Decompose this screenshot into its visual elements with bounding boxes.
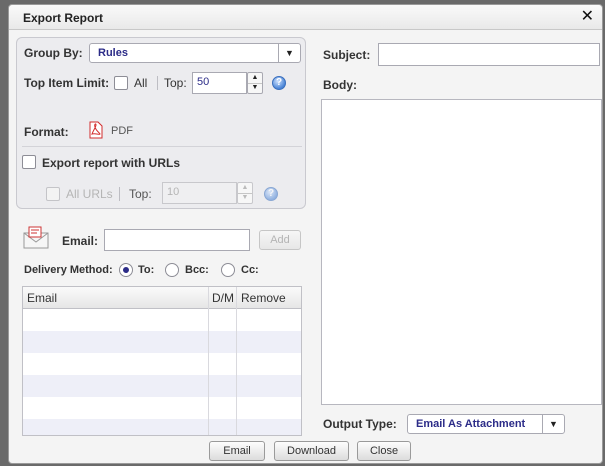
output-type-select[interactable]: Email As Attachment ▼ bbox=[407, 414, 565, 434]
urls-top-input[interactable]: 10 bbox=[162, 182, 237, 204]
urls-top-stepper[interactable]: ▲ ▼ bbox=[237, 182, 253, 204]
export-urls-checkbox[interactable] bbox=[22, 155, 36, 169]
delivery-to-label: To: bbox=[138, 264, 155, 276]
column-divider bbox=[208, 287, 209, 435]
delivery-bcc-radio[interactable] bbox=[165, 263, 179, 277]
help-icon[interactable]: ? bbox=[272, 76, 286, 90]
pdf-icon bbox=[89, 121, 103, 139]
subject-field[interactable] bbox=[378, 43, 600, 66]
group-by-label: Group By: bbox=[24, 46, 83, 60]
top-item-stepper[interactable]: ▲ ▼ bbox=[247, 72, 263, 94]
table-row[interactable] bbox=[23, 375, 301, 397]
dialog-titlebar: Export Report ✕ bbox=[9, 5, 602, 30]
column-divider bbox=[236, 287, 237, 435]
all-urls-checkbox[interactable] bbox=[46, 187, 60, 201]
table-row[interactable] bbox=[23, 353, 301, 375]
column-header-email[interactable]: Email bbox=[27, 291, 57, 305]
all-urls-label: All URLs bbox=[66, 187, 113, 201]
arrow-down-icon[interactable]: ▼ bbox=[238, 193, 252, 203]
table-row[interactable] bbox=[23, 397, 301, 419]
divider bbox=[119, 187, 120, 201]
table-row[interactable] bbox=[23, 331, 301, 353]
recipients-table: Email D/M Remove bbox=[22, 286, 302, 436]
delivery-method-label: Delivery Method: bbox=[24, 264, 113, 276]
dialog-title: Export Report bbox=[23, 11, 104, 25]
all-items-label: All bbox=[134, 76, 148, 90]
group-by-value: Rules bbox=[98, 47, 128, 59]
top-label: Top: bbox=[164, 76, 187, 90]
table-row[interactable] bbox=[23, 419, 301, 435]
email-label: Email: bbox=[62, 234, 99, 248]
mail-icon bbox=[23, 225, 49, 249]
divider bbox=[157, 76, 158, 90]
email-button[interactable]: Email bbox=[209, 441, 265, 461]
email-field[interactable] bbox=[104, 229, 250, 251]
body-label: Body: bbox=[323, 78, 357, 92]
delivery-bcc-label: Bcc: bbox=[185, 264, 209, 276]
close-button[interactable]: Close bbox=[357, 441, 411, 461]
all-items-checkbox[interactable] bbox=[114, 76, 128, 90]
arrow-down-icon[interactable]: ▼ bbox=[248, 83, 262, 93]
download-button[interactable]: Download bbox=[274, 441, 349, 461]
urls-top-label: Top: bbox=[129, 187, 152, 201]
delivery-cc-label: Cc: bbox=[241, 264, 259, 276]
table-row[interactable] bbox=[23, 309, 301, 331]
output-type-value: Email As Attachment bbox=[416, 418, 526, 430]
top-item-limit-label: Top Item Limit: bbox=[24, 76, 110, 90]
column-header-dm[interactable]: D/M bbox=[212, 291, 234, 305]
group-by-select[interactable]: Rules ▼ bbox=[89, 43, 301, 63]
format-label: Format: bbox=[24, 125, 69, 139]
chevron-down-icon: ▼ bbox=[278, 44, 300, 62]
delivery-cc-radio[interactable] bbox=[221, 263, 235, 277]
export-report-dialog: Export Report ✕ Group By: Rules ▼ Top It… bbox=[8, 4, 603, 464]
output-type-label: Output Type: bbox=[323, 417, 397, 431]
close-icon[interactable]: ✕ bbox=[581, 8, 594, 26]
top-item-input[interactable]: 50 bbox=[192, 72, 247, 94]
chevron-down-icon: ▼ bbox=[542, 415, 564, 433]
column-header-remove[interactable]: Remove bbox=[241, 291, 286, 305]
format-value: PDF bbox=[111, 125, 133, 137]
help-icon[interactable]: ? bbox=[264, 187, 278, 201]
table-header: Email D/M Remove bbox=[23, 287, 301, 309]
separator bbox=[22, 146, 302, 147]
body-textarea[interactable] bbox=[321, 99, 602, 405]
delivery-to-radio[interactable] bbox=[119, 263, 133, 277]
add-email-button[interactable]: Add bbox=[259, 230, 301, 250]
export-urls-label: Export report with URLs bbox=[42, 156, 181, 170]
subject-label: Subject: bbox=[323, 48, 371, 62]
